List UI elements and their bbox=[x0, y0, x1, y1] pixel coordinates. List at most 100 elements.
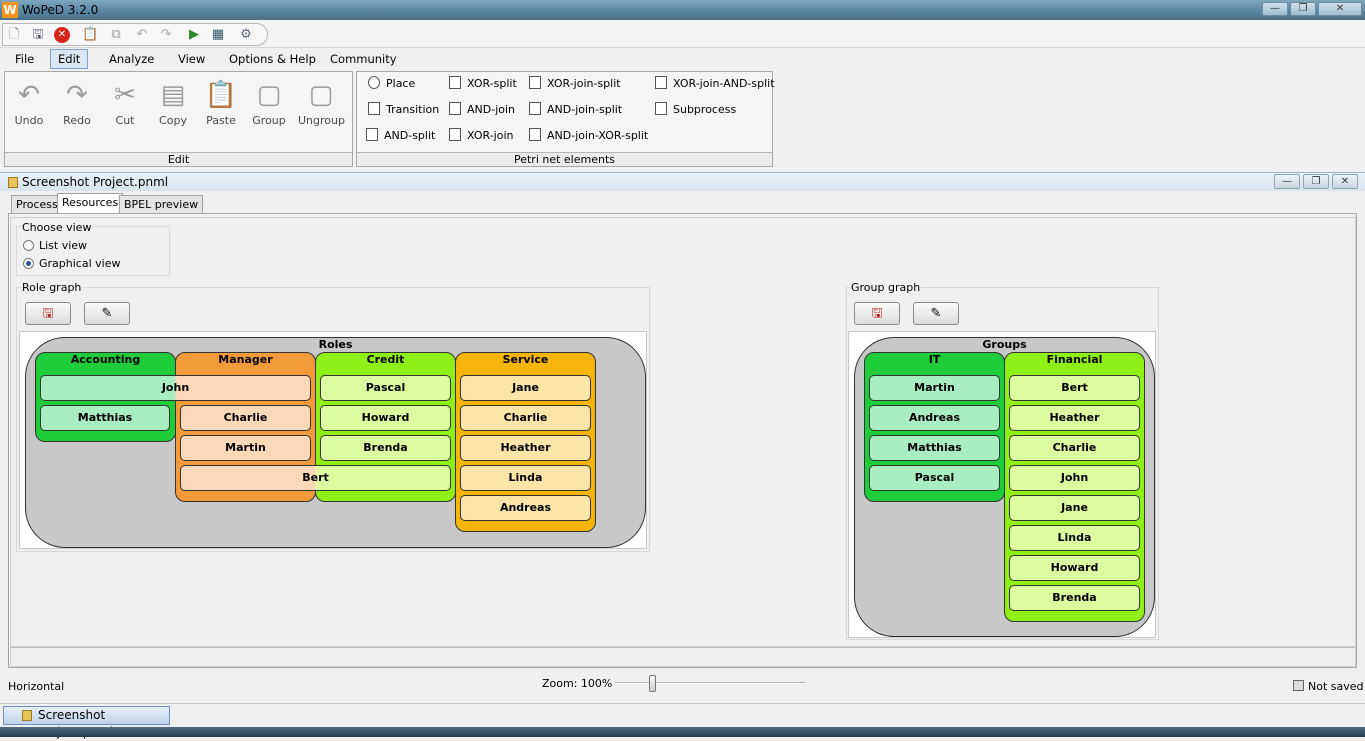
list-view-radio[interactable] bbox=[23, 240, 34, 251]
xor-join-split-label: XOR-join-split bbox=[547, 77, 621, 90]
and-split-icon bbox=[366, 128, 378, 141]
transition-button[interactable]: Transition bbox=[368, 102, 439, 118]
zoom-slider-thumb[interactable] bbox=[649, 675, 656, 692]
role-member-andreas[interactable]: Andreas bbox=[460, 495, 591, 521]
taskbar-document-item[interactable]: Screenshot Project.pnml bbox=[3, 706, 170, 739]
group-save-button[interactable]: 🖫 bbox=[854, 302, 900, 325]
brush-icon: ✎ bbox=[930, 306, 942, 321]
undo-large-icon: ↶ bbox=[18, 80, 40, 110]
xor-split-button[interactable]: XOR-split bbox=[449, 76, 517, 92]
paste-large-icon: 📋 bbox=[204, 80, 238, 110]
cut-button[interactable]: ✂ Cut bbox=[102, 78, 148, 127]
scissors-icon: ✂ bbox=[114, 80, 136, 110]
subprocess-button[interactable]: Subprocess bbox=[655, 102, 736, 118]
paste-button[interactable]: 📋 Paste bbox=[198, 78, 244, 127]
role-edit-button[interactable]: ✎ bbox=[84, 302, 130, 325]
group-edit-button[interactable]: ✎ bbox=[913, 302, 959, 325]
doc-restore-button[interactable]: ❐ bbox=[1303, 174, 1329, 189]
copy-button[interactable]: ▤ Copy bbox=[150, 78, 196, 127]
choose-view-title: Choose view bbox=[21, 221, 93, 234]
and-join-xor-split-button[interactable]: AND-join-XOR-split bbox=[529, 128, 648, 144]
group-member-matthias[interactable]: Matthias bbox=[869, 435, 1000, 461]
group-member-john[interactable]: John bbox=[1009, 465, 1140, 491]
role-graph-title: Role graph bbox=[21, 281, 83, 294]
menu-file[interactable]: File bbox=[8, 49, 41, 69]
clipboard-icon[interactable]: 📋 bbox=[82, 27, 98, 43]
role-member-brenda[interactable]: Brenda bbox=[320, 435, 451, 461]
place-button[interactable]: Place bbox=[368, 76, 415, 92]
group-member-linda[interactable]: Linda bbox=[1009, 525, 1140, 551]
document-title: Screenshot Project.pnml bbox=[22, 175, 169, 189]
minimize-button[interactable]: — bbox=[1262, 2, 1288, 16]
save-state-icon bbox=[1293, 680, 1304, 691]
group-member-jane[interactable]: Jane bbox=[1009, 495, 1140, 521]
tab-process[interactable]: Process bbox=[11, 195, 63, 214]
group-it-title: IT bbox=[928, 353, 941, 366]
group-graph-title: Group graph bbox=[850, 281, 922, 294]
group-member-brenda[interactable]: Brenda bbox=[1009, 585, 1140, 611]
close-window-button[interactable]: ✕ bbox=[1318, 2, 1362, 16]
and-join-split-button[interactable]: AND-join-split bbox=[529, 102, 622, 118]
undo-button[interactable]: ↶ Undo bbox=[6, 78, 52, 127]
document-icon bbox=[8, 177, 18, 188]
ungroup-label: Ungroup bbox=[298, 114, 345, 127]
group-member-andreas[interactable]: Andreas bbox=[869, 405, 1000, 431]
menu-edit[interactable]: Edit bbox=[50, 49, 89, 69]
group-member-bert[interactable]: Bert bbox=[1009, 375, 1140, 401]
redo-large-icon: ↷ bbox=[66, 80, 88, 110]
new-icon[interactable]: 🗋 bbox=[6, 27, 22, 43]
settings-icon[interactable]: ⚙ bbox=[238, 27, 254, 43]
group-member-heather[interactable]: Heather bbox=[1009, 405, 1140, 431]
menu-community[interactable]: Community bbox=[323, 49, 404, 69]
menu-view[interactable]: View bbox=[171, 49, 212, 69]
ungroup-button[interactable]: ▢ Ungroup bbox=[298, 78, 345, 127]
graphical-view-radio[interactable] bbox=[23, 258, 34, 269]
paste-label: Paste bbox=[206, 114, 236, 127]
role-member-martin[interactable]: Martin bbox=[180, 435, 311, 461]
role-member-charlie-service[interactable]: Charlie bbox=[460, 405, 591, 431]
role-member-john[interactable]: John bbox=[40, 375, 311, 401]
group-member-martin[interactable]: Martin bbox=[869, 375, 1000, 401]
dashboard-icon[interactable]: ▦ bbox=[210, 27, 226, 43]
xor-join-button[interactable]: XOR-join bbox=[449, 128, 513, 144]
save-icon: 🖫 bbox=[42, 306, 54, 321]
group-member-howard[interactable]: Howard bbox=[1009, 555, 1140, 581]
group-member-charlie[interactable]: Charlie bbox=[1009, 435, 1140, 461]
xor-join-split-button[interactable]: XOR-join-split bbox=[529, 76, 621, 92]
os-taskbar bbox=[0, 727, 1365, 737]
tab-bpel-preview[interactable]: BPEL preview bbox=[119, 195, 204, 214]
close-icon[interactable]: ✕ bbox=[54, 27, 70, 43]
zoom-label: Zoom: 100% bbox=[542, 677, 613, 690]
role-member-matthias[interactable]: Matthias bbox=[40, 405, 170, 431]
role-member-bert[interactable]: Bert bbox=[180, 465, 451, 491]
group-member-pascal[interactable]: Pascal bbox=[869, 465, 1000, 491]
menu-analyze[interactable]: Analyze bbox=[102, 49, 161, 69]
and-split-button[interactable]: AND-split bbox=[366, 128, 435, 144]
role-member-charlie[interactable]: Charlie bbox=[180, 405, 311, 431]
group-button[interactable]: ▢ Group bbox=[246, 78, 292, 127]
redo-icon[interactable]: ↷ bbox=[158, 27, 174, 43]
tab-resources[interactable]: Resources bbox=[57, 193, 124, 214]
doc-close-button[interactable]: ✕ bbox=[1332, 174, 1358, 189]
role-member-howard[interactable]: Howard bbox=[320, 405, 451, 431]
redo-button[interactable]: ↷ Redo bbox=[54, 78, 100, 127]
open-icon[interactable]: 🖫 bbox=[30, 27, 46, 43]
ungroup-large-icon: ▢ bbox=[308, 80, 334, 110]
undo-icon[interactable]: ↶ bbox=[134, 27, 150, 43]
simulate-icon[interactable]: ▶ bbox=[186, 27, 202, 43]
doc-minimize-button[interactable]: — bbox=[1274, 174, 1300, 189]
maximize-button[interactable]: ❐ bbox=[1290, 2, 1316, 16]
role-save-button[interactable]: 🖫 bbox=[25, 302, 71, 325]
copy-icon[interactable]: ⧉ bbox=[108, 27, 124, 43]
role-member-pascal[interactable]: Pascal bbox=[320, 375, 451, 401]
zoom-slider-track[interactable] bbox=[615, 682, 805, 684]
and-join-split-label: AND-join-split bbox=[547, 103, 623, 116]
role-member-jane[interactable]: Jane bbox=[460, 375, 591, 401]
role-member-heather[interactable]: Heather bbox=[460, 435, 591, 461]
document-taskbar bbox=[0, 703, 1365, 727]
role-member-linda[interactable]: Linda bbox=[460, 465, 591, 491]
menu-options-help[interactable]: Options & Help bbox=[222, 49, 323, 69]
subprocess-label: Subprocess bbox=[673, 103, 737, 116]
and-join-button[interactable]: AND-join bbox=[449, 102, 515, 118]
xor-join-and-split-button[interactable]: XOR-join-AND-split bbox=[655, 76, 775, 92]
